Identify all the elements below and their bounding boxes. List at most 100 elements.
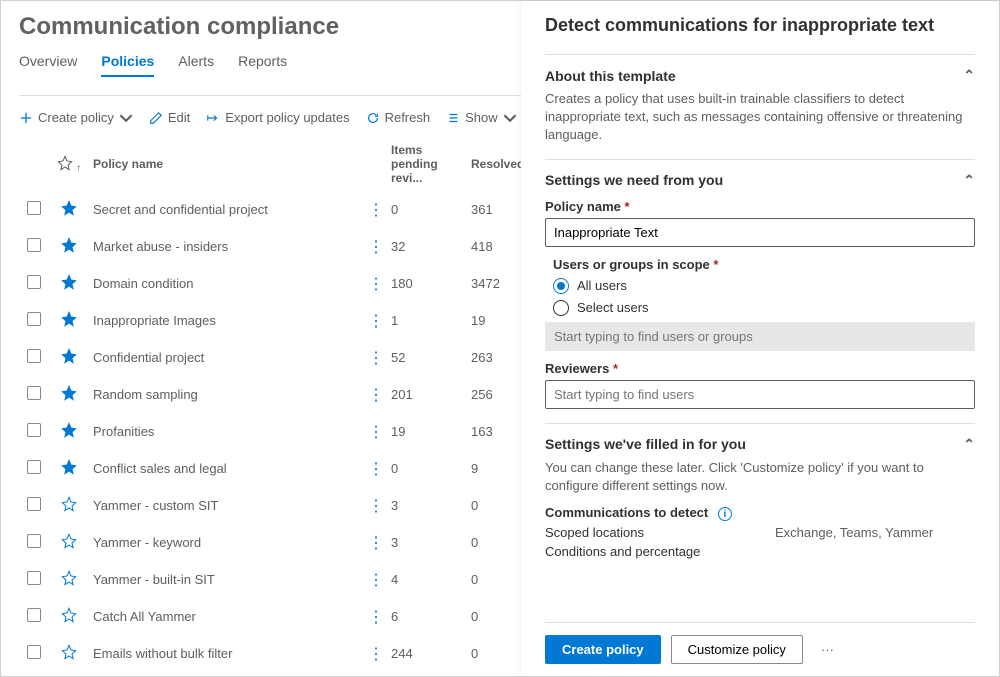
row-checkbox[interactable] [27,534,41,548]
row-checkbox[interactable] [27,349,41,363]
row-more-button[interactable]: ⋮ [368,646,384,663]
row-more-button[interactable]: ⋮ [368,239,384,256]
row-star[interactable] [49,200,89,219]
row-checkbox[interactable] [27,460,41,474]
row-star[interactable] [49,237,89,256]
table-row[interactable]: Domain condition ⋮ 180 3472 [19,265,521,302]
section-about-header[interactable]: About this template ⌃ [545,67,975,84]
reviewers-text: Reviewers [545,361,609,376]
export-label: Export policy updates [225,110,349,125]
tab-reports[interactable]: Reports [238,53,287,77]
row-more-button[interactable]: ⋮ [368,424,384,441]
row-checkbox[interactable] [27,201,41,215]
customize-policy-button[interactable]: Customize policy [671,635,803,664]
tab-alerts[interactable]: Alerts [178,53,214,77]
scoped-locations-value: Exchange, Teams, Yammer [775,525,933,540]
table-row[interactable]: Yammer - built-in SIT ⋮ 4 0 [19,561,521,598]
policy-name-input[interactable] [545,218,975,247]
show-button[interactable]: Show [446,110,517,125]
row-checkbox[interactable] [27,608,41,622]
users-radio-group: All users Select users [553,278,975,316]
row-star[interactable] [49,311,89,330]
chevron-up-icon: ⌃ [963,67,975,84]
table-row[interactable]: Profanities ⋮ 19 163 [19,413,521,450]
list-icon [446,111,460,125]
row-star[interactable] [49,644,89,663]
row-star[interactable] [49,607,89,626]
row-checkbox[interactable] [27,386,41,400]
tab-overview[interactable]: Overview [19,53,77,77]
row-more-button[interactable]: ⋮ [368,387,384,404]
table-row[interactable]: Confidential project ⋮ 52 263 [19,339,521,376]
table-row[interactable]: Inappropriate Images ⋮ 1 19 [19,302,521,339]
section-filled-label: Settings we've filled in for you [545,436,746,452]
row-checkbox[interactable] [27,275,41,289]
refresh-button[interactable]: Refresh [366,110,431,125]
row-more-button[interactable]: ⋮ [368,572,384,589]
table-row[interactable]: Yammer - custom SIT ⋮ 3 0 [19,487,521,524]
radio-select-users[interactable]: Select users [553,300,975,316]
table-row[interactable]: Secret and confidential project ⋮ 0 361 [19,191,521,228]
resolved-cell: 3472 [471,276,521,291]
star-icon [61,459,77,475]
row-star[interactable] [49,385,89,404]
row-checkbox[interactable] [27,238,41,252]
row-more-button[interactable]: ⋮ [368,609,384,626]
scoped-locations-row: Scoped locations Exchange, Teams, Yammer [545,525,975,540]
resolved-cell: 256 [471,387,521,402]
row-more-button[interactable]: ⋮ [368,461,384,478]
row-checkbox[interactable] [27,497,41,511]
star-icon [61,496,77,512]
users-scope-label: Users or groups in scope * [553,257,975,272]
resolved-cell: 263 [471,350,521,365]
more-actions-button[interactable]: ··· [813,638,842,661]
col-pending-header[interactable]: Items pending revi... [391,143,471,185]
detail-panel: Detect communications for inappropriate … [521,1,999,676]
col-resolved-header[interactable]: Resolved [471,157,521,171]
edit-button[interactable]: Edit [149,110,190,125]
col-star-header[interactable]: ↑ [49,155,89,174]
export-button[interactable]: Export policy updates [206,110,349,125]
row-more-button[interactable]: ⋮ [368,202,384,219]
row-more-button[interactable]: ⋮ [368,535,384,552]
policy-name-cell: Market abuse - insiders [89,239,361,254]
scoped-locations-label: Scoped locations [545,525,745,540]
create-policy-button[interactable]: Create policy [19,110,133,125]
info-icon[interactable]: i [718,507,732,521]
edit-label: Edit [168,110,190,125]
table-row[interactable]: Catch All Yammer ⋮ 6 0 [19,598,521,635]
reviewers-input[interactable] [545,380,975,409]
tab-policies[interactable]: Policies [101,53,154,77]
row-star[interactable] [49,274,89,293]
row-star[interactable] [49,422,89,441]
row-star[interactable] [49,533,89,552]
row-more-button[interactable]: ⋮ [368,350,384,367]
section-filled-header[interactable]: Settings we've filled in for you ⌃ [545,436,975,453]
row-star[interactable] [49,459,89,478]
table-row[interactable]: Conflict sales and legal ⋮ 0 9 [19,450,521,487]
row-more-button[interactable]: ⋮ [368,276,384,293]
row-checkbox[interactable] [27,571,41,585]
section-settings-header[interactable]: Settings we need from you ⌃ [545,172,975,189]
table-row[interactable]: Random sampling ⋮ 201 256 [19,376,521,413]
table-row[interactable]: Emails without bulk filter ⋮ 244 0 [19,635,521,672]
row-star[interactable] [49,348,89,367]
row-checkbox[interactable] [27,312,41,326]
create-label: Create policy [38,110,114,125]
row-checkbox[interactable] [27,423,41,437]
create-policy-button[interactable]: Create policy [545,635,661,664]
row-star[interactable] [49,496,89,515]
section-settings: Settings we need from you ⌃ Policy name … [545,159,975,423]
table-row[interactable]: Market abuse - insiders ⋮ 32 418 [19,228,521,265]
row-star[interactable] [49,570,89,589]
page-title: Communication compliance [19,13,521,41]
toolbar: Create policy Edit Export policy updates… [19,110,521,125]
row-more-button[interactable]: ⋮ [368,498,384,515]
col-name-header[interactable]: Policy name [89,157,361,171]
radio-all-users[interactable]: All users [553,278,975,294]
row-checkbox[interactable] [27,645,41,659]
table-row[interactable]: Yammer - keyword ⋮ 3 0 [19,524,521,561]
policy-name-cell: Conflict sales and legal [89,461,361,476]
row-more-button[interactable]: ⋮ [368,313,384,330]
policy-name-cell: Yammer - keyword [89,535,361,550]
